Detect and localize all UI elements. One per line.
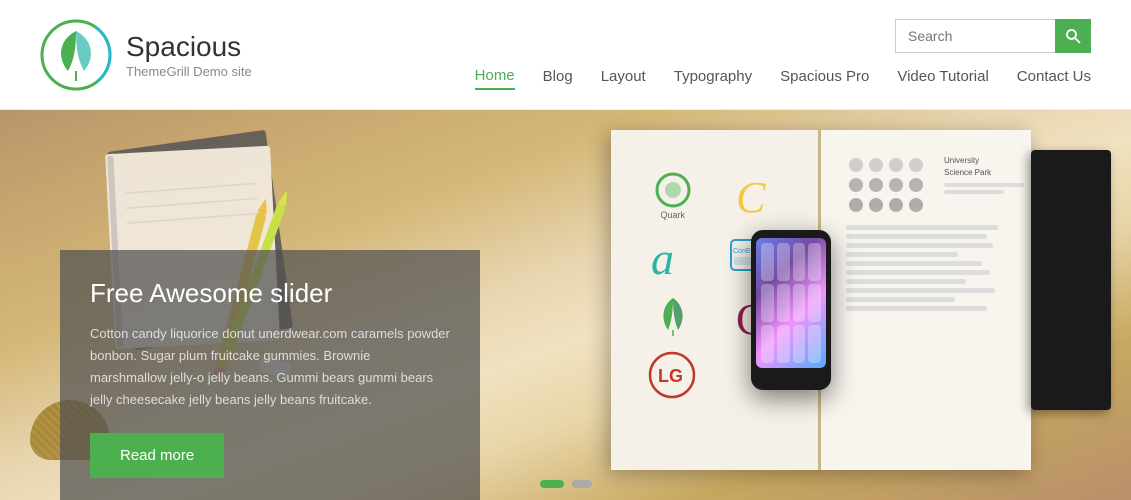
app-icon [808, 284, 821, 322]
nav-item-typography[interactable]: Typography [674, 64, 752, 89]
app-icon [777, 325, 790, 363]
app-icon [793, 325, 806, 363]
site-header: Spacious ThemeGrill Demo site Home Blog … [0, 0, 1131, 110]
hero-slider: Quark C a [0, 110, 1131, 500]
site-logo-icon [40, 19, 112, 91]
site-branding: Spacious ThemeGrill Demo site [40, 19, 252, 91]
header-right: Home Blog Layout Typography Spacious Pro… [475, 19, 1091, 90]
app-icon [808, 325, 821, 363]
app-icon [761, 325, 774, 363]
app-icon [761, 243, 774, 281]
svg-text:a: a [651, 233, 674, 280]
site-title: Spacious [126, 30, 252, 64]
slider-dot-2[interactable] [572, 480, 592, 488]
dark-notebook [1031, 150, 1111, 410]
slider-title: Free Awesome slider [90, 278, 450, 309]
app-icon [777, 243, 790, 281]
app-icon [761, 284, 774, 322]
app-icon [793, 243, 806, 281]
search-bar [895, 19, 1091, 53]
site-title-wrap: Spacious ThemeGrill Demo site [126, 30, 252, 79]
app-icon [777, 284, 790, 322]
phone-screen [756, 238, 826, 368]
app-icon [808, 243, 821, 281]
search-input[interactable] [895, 19, 1055, 53]
site-tagline: ThemeGrill Demo site [126, 64, 252, 79]
svg-text:C: C [736, 173, 766, 220]
app-icon [793, 284, 806, 322]
read-more-button[interactable]: Read more [90, 433, 224, 478]
smartphone [751, 230, 831, 390]
slider-overlay: Free Awesome slider Cotton candy liquori… [60, 250, 480, 500]
search-button[interactable] [1055, 19, 1091, 53]
site-nav: Home Blog Layout Typography Spacious Pro… [475, 63, 1091, 90]
nav-item-spacious-pro[interactable]: Spacious Pro [780, 64, 869, 89]
nav-item-contact-us[interactable]: Contact Us [1017, 64, 1091, 89]
nav-item-blog[interactable]: Blog [543, 64, 573, 89]
slider-text: Cotton candy liquorice donut unerdwear.c… [90, 323, 450, 411]
svg-text:LG: LG [658, 366, 683, 386]
nav-item-video-tutorial[interactable]: Video Tutorial [897, 64, 988, 89]
slider-dot-1[interactable] [540, 480, 564, 488]
nav-item-home[interactable]: Home [475, 63, 515, 90]
slider-dots [540, 480, 592, 488]
book-right-page: UniversityScience Park [821, 130, 1031, 470]
nav-item-layout[interactable]: Layout [601, 64, 646, 89]
search-icon [1065, 28, 1081, 44]
browser-wrapper: Spacious ThemeGrill Demo site Home Blog … [0, 0, 1131, 500]
